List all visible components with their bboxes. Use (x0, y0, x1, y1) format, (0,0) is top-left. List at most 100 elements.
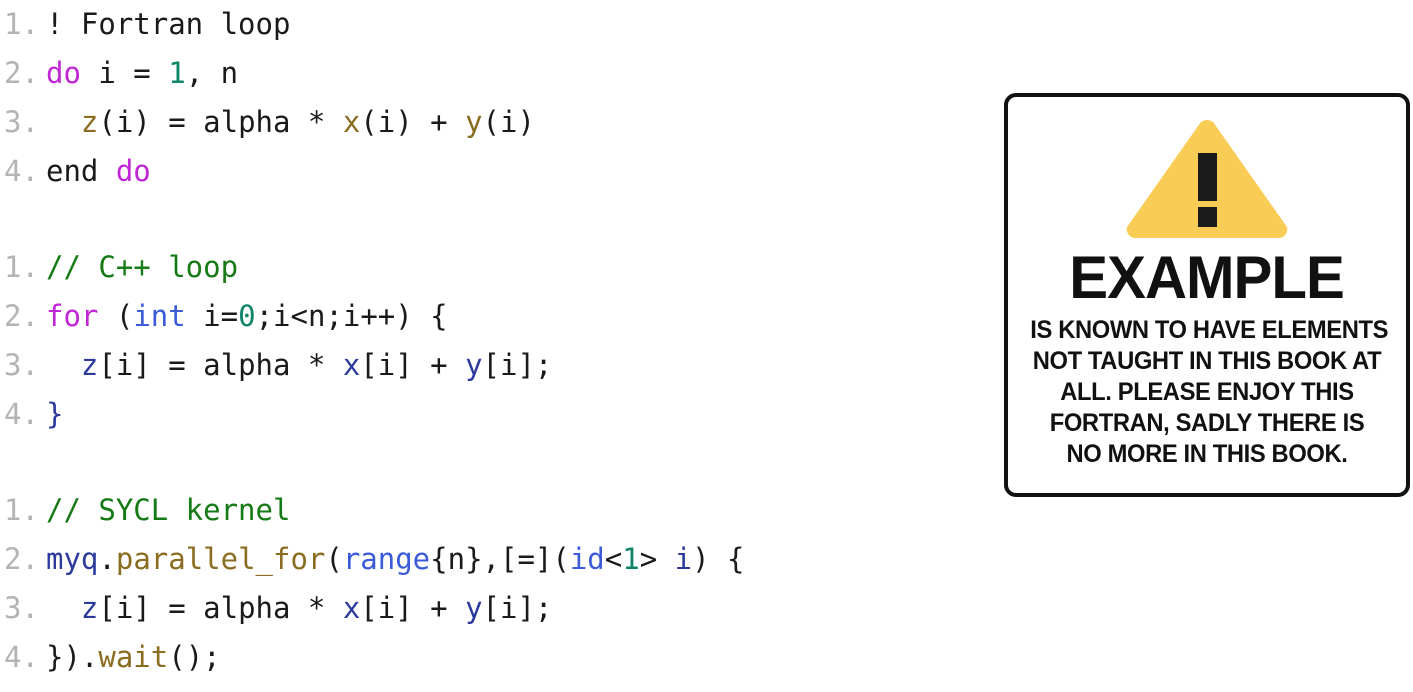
code-token-plain: [i] + (360, 348, 466, 382)
code-token-var-blue: x (342, 348, 361, 382)
line-number: 3. (4, 348, 39, 382)
code-token-plain: [i] + (360, 591, 466, 625)
code-line: 3. z[i] = alpha * x[i] + y[i]; (0, 341, 960, 390)
fortran-snippet: 1.! Fortran loop 2. do i = 1, n 3. z(i) = a… (0, 0, 960, 196)
code-line-content: // C++ loop (46, 243, 960, 292)
code-token-plain: [i]; (482, 591, 553, 625)
code-line-content: }).wait(); (46, 633, 960, 682)
code-line-content: z[i] = alpha * x[i] + y[i]; (46, 341, 960, 390)
code-line: 1.! Fortran loop (0, 0, 960, 49)
line-number: 4. (4, 397, 39, 431)
card-body-line: NOT TAUGHT IN THIS BOOK AT (1032, 347, 1382, 375)
code-line: 3. z(i) = alpha * x(i) + y(i) (0, 98, 960, 147)
card-title: EXAMPLE (1069, 244, 1346, 311)
cpp-snippet: 1.// C++ loop 2. for (int i=0;i<n;i++) {3.… (0, 243, 960, 439)
code-token-keyword: for (46, 299, 99, 333)
code-token-plain: ( (325, 542, 343, 576)
card-body-line: ALL. PLEASE ENJOY THIS (1060, 378, 1354, 406)
code-line-content: } (46, 390, 960, 439)
code-token-var-blue: x (342, 591, 361, 625)
code-token-comment: // C++ loop (46, 250, 239, 284)
sycl-snippet: 1.// SYCL kernel 2. myq.parallel_for(range… (0, 486, 960, 682)
code-token-var-gold: y (465, 105, 483, 139)
code-token-plain: ( (98, 299, 134, 333)
code-line: 4. end do (0, 147, 960, 196)
code-token-plain: > (639, 542, 675, 576)
line-number: 2. (4, 542, 39, 576)
block-separator (0, 439, 960, 486)
code-line: 3. z[i] = alpha * x[i] + y[i]; (0, 584, 960, 633)
code-token-var-blue: z (80, 591, 99, 625)
code-token-plain: ) { (692, 542, 745, 576)
line-number: 4. (4, 640, 39, 674)
code-token-plain: i = (80, 56, 169, 90)
code-token-var-blue: z (80, 348, 99, 382)
code-token-plain: [i] = alpha * (98, 348, 343, 382)
line-number: 3. (4, 591, 39, 625)
code-line: 2. for (int i=0;i<n;i++) { (0, 292, 960, 341)
card-body-line: IS KNOWN TO HAVE ELEMENTS (1030, 316, 1389, 344)
line-number: 1. (4, 250, 39, 284)
code-token-func: parallel_for (115, 542, 326, 576)
code-line-content: myq.parallel_for(range{n},[=](id<1> i) { (46, 535, 960, 584)
line-number: 2. (4, 299, 39, 333)
code-token-plain: i= (185, 299, 239, 333)
code-line: 4.} (0, 390, 960, 439)
code-token-number: 1 (622, 542, 640, 576)
line-number: 2. (4, 56, 39, 90)
code-token-plain: (i) (482, 105, 535, 139)
code-line-content: // SYCL kernel (46, 486, 960, 535)
code-line: 2. do i = 1, n (0, 49, 960, 98)
code-token-type: range (342, 542, 431, 576)
code-token-var-blue: y (465, 348, 483, 382)
code-line-content: ! Fortran loop (46, 0, 960, 49)
code-token-comment: // SYCL kernel (46, 493, 291, 527)
code-token-plain: ! Fortran loop (46, 7, 291, 41)
code-token-var-blue: i (674, 542, 693, 576)
code-token-plain: [i]; (482, 348, 553, 382)
card-body-line: NO MORE IN THIS BOOK. (1066, 440, 1348, 468)
code-token-number: 1 (168, 56, 186, 90)
code-token-plain: . (80, 640, 99, 674)
code-token-number: 0 (238, 299, 256, 333)
code-token-plain: [i] = alpha * (98, 591, 343, 625)
code-line-content: for (int i=0;i<n;i++) { (46, 292, 960, 341)
code-line-content: do i = 1, n (46, 49, 960, 98)
example-warning-card: EXAMPLE IS KNOWN TO HAVE ELEMENTS NOT TAU… (1004, 93, 1410, 497)
warning-triangle-exclamation-icon (1126, 119, 1288, 238)
code-token-keyword: do (46, 56, 81, 90)
code-line: 1.// SYCL kernel (0, 486, 960, 535)
code-token-plain: (i) + (360, 105, 466, 139)
block-separator (0, 196, 960, 243)
code-token-plain: ;i<n;i++) { (255, 299, 448, 333)
line-number: 1. (4, 7, 39, 41)
card-body-text: IS KNOWN TO HAVE ELEMENTS NOT TAUGHT IN T… (1030, 315, 1389, 470)
code-token-type: int (133, 299, 186, 333)
code-token-keyword: do (115, 154, 151, 188)
code-line: 4.}).wait(); (0, 633, 960, 682)
code-token-func: wait (98, 640, 169, 674)
code-token-punc-blue: } (46, 397, 64, 431)
code-line-content: end do (46, 147, 960, 196)
line-number: 4. (4, 154, 39, 188)
code-token-plain: (i) = alpha * (98, 105, 343, 139)
code-token-plain: end (46, 154, 116, 188)
code-token-plain: {n},[=]( (430, 542, 570, 576)
code-line-content: z(i) = alpha * x(i) + y(i) (46, 98, 960, 147)
code-listing-panel: 1.! Fortran loop 2. do i = 1, n 3. z(i) = a… (0, 0, 960, 692)
code-line-content: z[i] = alpha * x[i] + y[i]; (46, 584, 960, 633)
line-number: 3. (4, 105, 39, 139)
code-token-var-blue: y (465, 591, 483, 625)
code-token-var-blue: myq (46, 542, 99, 576)
card-body-line: FORTRAN, SADLY THERE IS (1049, 409, 1365, 437)
code-token-plain: (); (168, 640, 221, 674)
code-line: 1.// C++ loop (0, 243, 960, 292)
code-token-plain: , n (185, 56, 239, 90)
code-token-var-gold: x (342, 105, 361, 139)
code-token-plain: }) (46, 640, 81, 674)
code-token-plain: . (98, 542, 116, 576)
code-line: 2. myq.parallel_for(range{n},[=](id<1> i)… (0, 535, 960, 584)
